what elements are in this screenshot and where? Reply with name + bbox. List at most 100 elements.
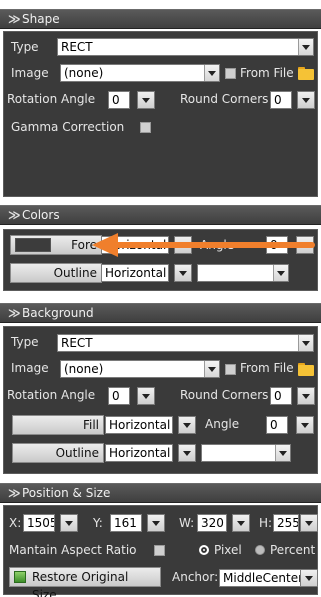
shape-gamma-label: Gamma Correction bbox=[11, 120, 125, 134]
background-header-label: Background bbox=[22, 306, 94, 320]
chevron-down-icon[interactable] bbox=[297, 91, 315, 109]
position-section-body: X: 1505 Y: 161 W: 320 H: 255 Mantain Asp… bbox=[3, 505, 318, 597]
chevron-down-icon[interactable] bbox=[275, 445, 290, 461]
colors-section-body: Fore Horizontal Angle 0 Outline Horizont… bbox=[3, 229, 318, 291]
h-label: H: bbox=[259, 516, 273, 530]
background-section-header[interactable]: ≫Background bbox=[0, 303, 321, 323]
shape-image-select[interactable]: (none) bbox=[60, 64, 220, 82]
restore-label: Restore Original Size bbox=[32, 570, 129, 597]
x-value: 1505 bbox=[27, 516, 55, 530]
w-input[interactable]: 320 bbox=[197, 514, 227, 532]
background-outline-mode-select[interactable]: Horizontal bbox=[105, 444, 173, 462]
background-angle-value: 0 bbox=[270, 418, 278, 432]
background-type-value: RECT bbox=[61, 336, 93, 350]
outline-value-select[interactable] bbox=[197, 264, 289, 282]
shape-type-select[interactable]: RECT bbox=[57, 38, 314, 56]
colors-header-label: Colors bbox=[22, 208, 60, 222]
shape-rotation-label: Rotation Angle bbox=[7, 92, 96, 106]
background-outline-button[interactable]: Outline bbox=[12, 443, 104, 463]
background-section-body: Type RECT Image (none) From File Rotatio… bbox=[3, 326, 318, 474]
aspect-ratio-label: Mantain Aspect Ratio bbox=[9, 543, 137, 557]
fill-color-button[interactable]: Fill bbox=[12, 415, 104, 435]
background-outline-value-select[interactable] bbox=[201, 444, 291, 462]
y-input[interactable]: 161 bbox=[110, 514, 142, 532]
background-rotation-value: 0 bbox=[112, 389, 120, 403]
y-label: Y: bbox=[93, 516, 103, 530]
collapse-chevron-icon: ≫ bbox=[8, 12, 21, 26]
background-angle-input[interactable]: 0 bbox=[266, 416, 288, 434]
background-from-file-checkbox[interactable] bbox=[225, 364, 236, 375]
position-section-header[interactable]: ≫Position & Size bbox=[0, 483, 321, 503]
chevron-down-icon[interactable] bbox=[178, 416, 196, 434]
chevron-down-icon[interactable] bbox=[204, 65, 219, 81]
fore-color-button[interactable]: Fore bbox=[10, 235, 102, 255]
fill-mode-value: Horizontal bbox=[109, 418, 171, 432]
background-image-select[interactable]: (none) bbox=[60, 360, 220, 378]
background-round-corners-label: Round Corners bbox=[180, 388, 269, 402]
pixel-label: Pixel bbox=[214, 543, 242, 557]
chevron-down-icon[interactable] bbox=[296, 416, 314, 434]
shape-rotation-value: 0 bbox=[112, 93, 120, 107]
shape-image-label: Image bbox=[11, 66, 49, 80]
chevron-down-icon[interactable] bbox=[137, 387, 155, 405]
folder-icon[interactable] bbox=[298, 363, 314, 376]
restore-original-size-button[interactable]: Restore Original Size bbox=[9, 567, 161, 597]
anchor-value: MiddleCenter bbox=[223, 571, 301, 585]
shape-rotation-input[interactable]: 0 bbox=[108, 91, 130, 109]
shape-round-corners-label: Round Corners bbox=[180, 92, 269, 106]
chevron-down-icon[interactable] bbox=[232, 514, 250, 532]
background-outline-mode-value: Horizontal bbox=[109, 446, 171, 460]
chevron-down-icon[interactable] bbox=[273, 265, 288, 281]
chevron-down-icon[interactable] bbox=[298, 335, 313, 351]
background-type-label: Type bbox=[11, 335, 39, 349]
properties-panel: ≫Shape Type RECT Image (none) From File … bbox=[0, 0, 321, 597]
chevron-down-icon[interactable] bbox=[297, 387, 315, 405]
shape-from-file-checkbox[interactable] bbox=[225, 68, 236, 79]
position-header-label: Position & Size bbox=[22, 486, 111, 500]
outline-color-label: Outline bbox=[53, 266, 97, 280]
chevron-down-icon[interactable] bbox=[300, 514, 318, 532]
chevron-down-icon[interactable] bbox=[178, 444, 196, 462]
h-input[interactable]: 255 bbox=[273, 514, 299, 532]
background-rotation-label: Rotation Angle bbox=[7, 388, 96, 402]
chevron-down-icon[interactable] bbox=[174, 264, 192, 282]
chevron-down-icon[interactable] bbox=[300, 569, 318, 587]
w-value: 320 bbox=[201, 516, 224, 530]
background-image-label: Image bbox=[11, 361, 49, 375]
h-value: 255 bbox=[277, 516, 299, 530]
shape-gamma-checkbox[interactable] bbox=[140, 122, 151, 133]
background-round-corners-input[interactable]: 0 bbox=[270, 387, 292, 405]
chevron-down-icon[interactable] bbox=[204, 361, 219, 377]
collapse-chevron-icon: ≫ bbox=[8, 306, 21, 320]
fore-color-swatch bbox=[15, 238, 51, 252]
x-input[interactable]: 1505 bbox=[23, 514, 55, 532]
colors-section-header[interactable]: ≫Colors bbox=[0, 205, 321, 225]
chevron-down-icon[interactable] bbox=[137, 91, 155, 109]
anchor-select[interactable]: MiddleCenter bbox=[219, 569, 301, 587]
outline-color-button[interactable]: Outline bbox=[10, 263, 102, 283]
background-type-select[interactable]: RECT bbox=[57, 334, 314, 352]
chevron-down-icon[interactable] bbox=[147, 514, 165, 532]
folder-icon[interactable] bbox=[298, 67, 314, 80]
background-outline-label: Outline bbox=[55, 446, 99, 460]
shape-round-corners-value: 0 bbox=[274, 93, 282, 107]
restore-icon bbox=[14, 571, 26, 583]
outline-mode-select[interactable]: Horizontal bbox=[101, 264, 169, 282]
background-angle-label: Angle bbox=[205, 417, 240, 431]
collapse-chevron-icon: ≫ bbox=[8, 486, 21, 500]
chevron-down-icon[interactable] bbox=[60, 514, 78, 532]
shape-type-label: Type bbox=[11, 40, 39, 54]
chevron-down-icon[interactable] bbox=[298, 39, 313, 55]
background-round-corners-value: 0 bbox=[274, 389, 282, 403]
background-rotation-input[interactable]: 0 bbox=[108, 387, 130, 405]
fill-color-label: Fill bbox=[82, 418, 99, 432]
aspect-ratio-checkbox[interactable] bbox=[154, 545, 165, 556]
percent-radio[interactable] bbox=[255, 545, 265, 555]
shape-round-corners-input[interactable]: 0 bbox=[270, 91, 292, 109]
background-from-file-label: From File bbox=[240, 361, 294, 375]
shape-section-header[interactable]: ≫Shape bbox=[0, 9, 321, 29]
pixel-radio[interactable] bbox=[199, 545, 209, 555]
fill-mode-select[interactable]: Horizontal bbox=[105, 416, 173, 434]
shape-from-file-label: From File bbox=[240, 66, 294, 80]
shape-section-body: Type RECT Image (none) From File Rotatio… bbox=[3, 31, 318, 197]
